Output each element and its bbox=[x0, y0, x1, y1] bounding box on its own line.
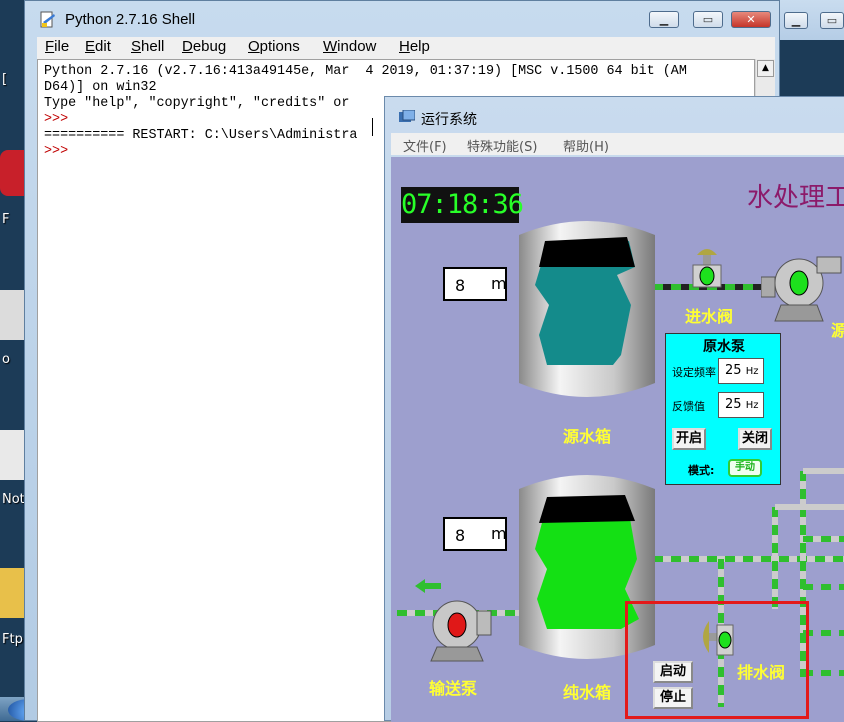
menu-file[interactable]: File bbox=[45, 38, 69, 55]
scroll-up-icon[interactable]: ▲ bbox=[757, 60, 774, 77]
menu-options[interactable]: Options bbox=[248, 38, 300, 55]
set-freq-input[interactable]: 25 Hz bbox=[718, 358, 764, 384]
source-tank-level: 8 m bbox=[443, 267, 507, 301]
pure-tank-label: 纯水箱 bbox=[563, 683, 612, 702]
menu-shell[interactable]: Shell bbox=[131, 38, 164, 55]
transfer-pump-label: 输送泵 bbox=[429, 679, 478, 698]
desktop-label-2: F bbox=[2, 212, 10, 227]
close-icon[interactable]: ✕ bbox=[731, 11, 771, 28]
transfer-pump-icon[interactable] bbox=[423, 597, 493, 665]
freq-unit: Hz bbox=[745, 400, 759, 411]
desktop-label-3: o bbox=[2, 352, 10, 367]
pump-start-button[interactable]: 开启 bbox=[672, 428, 706, 450]
source-tank-label: 源水箱 bbox=[563, 427, 612, 446]
feedback-label: 反馈值 bbox=[672, 400, 705, 413]
raw-pump-label: 源 bbox=[831, 321, 844, 340]
menu-help[interactable]: 帮助(H) bbox=[563, 136, 609, 155]
shell-line: Type "help", "copyright", "credits" or bbox=[44, 96, 350, 111]
level-value: 8 bbox=[455, 276, 466, 295]
run-system-window: 运行系统 文件(F) 特殊功能(S) 帮助(H) 07:18:36 水处理工 8… bbox=[384, 96, 844, 722]
inlet-valve-icon[interactable] bbox=[689, 245, 725, 299]
shell-prompt: >>> bbox=[44, 144, 77, 159]
source-tank bbox=[519, 221, 655, 397]
minimize-icon[interactable]: ▁ bbox=[784, 12, 808, 29]
feedback-display: 25 Hz bbox=[718, 392, 764, 418]
desktop-label-5: Ftp bbox=[2, 632, 23, 647]
mode-toggle[interactable]: 手动 bbox=[728, 459, 762, 477]
maximize-icon[interactable]: ▭ bbox=[820, 12, 844, 29]
inlet-valve-label: 进水阀 bbox=[685, 307, 734, 326]
shell-line: ========== RESTART: C:\Users\Administra bbox=[44, 128, 358, 143]
raw-pump-icon[interactable] bbox=[761, 253, 844, 327]
level-value: 8 bbox=[455, 526, 466, 545]
maximize-icon[interactable]: ▭ bbox=[693, 11, 723, 28]
shell-line: Python 2.7.16 (v2.7.16:413a49145e, Mar 4… bbox=[44, 64, 687, 79]
shell-prompt: >>> bbox=[44, 112, 77, 127]
menubar: File Edit Shell Debug Options Window Hel… bbox=[37, 37, 775, 59]
window-title: 运行系统 bbox=[421, 112, 477, 128]
background-window: ▁ ▭ bbox=[775, 0, 844, 40]
python-idle-icon bbox=[40, 11, 55, 28]
panel-title: 原水泵 bbox=[703, 339, 745, 355]
minimize-icon[interactable]: ▁ bbox=[649, 11, 679, 28]
pure-tank-level: 8 m bbox=[443, 517, 507, 551]
set-freq-label: 设定频率 bbox=[672, 366, 716, 379]
scada-title: 水处理工 bbox=[747, 183, 844, 213]
menu-special[interactable]: 特殊功能(S) bbox=[467, 136, 537, 155]
menu-debug[interactable]: Debug bbox=[182, 38, 226, 55]
text-cursor-icon bbox=[372, 118, 373, 136]
feedback-value: 25 bbox=[725, 397, 742, 412]
level-unit: m bbox=[491, 274, 507, 293]
flow-arrow-icon bbox=[415, 579, 441, 593]
shell-line: D64)] on win32 bbox=[44, 80, 157, 95]
set-freq-value: 25 bbox=[725, 363, 742, 378]
highlight-box bbox=[625, 601, 809, 719]
menubar: 文件(F) 特殊功能(S) 帮助(H) bbox=[391, 133, 844, 155]
menu-window[interactable]: Window bbox=[323, 38, 376, 55]
window-title: Python 2.7.16 Shell bbox=[65, 11, 196, 28]
app-icon bbox=[399, 110, 415, 122]
clock-display: 07:18:36 bbox=[401, 187, 524, 223]
scada-canvas: 07:18:36 水处理工 8 m 源水箱 进水阀 源 原水泵 设定频率 25 … bbox=[391, 157, 844, 722]
menu-file[interactable]: 文件(F) bbox=[403, 136, 447, 155]
menu-edit[interactable]: Edit bbox=[85, 38, 111, 55]
desktop-label-1: [ bbox=[2, 72, 8, 87]
raw-pump-panel: 原水泵 设定频率 25 Hz 反馈值 25 Hz 开启 关闭 模式: 手动 bbox=[665, 333, 781, 485]
level-unit: m bbox=[491, 524, 507, 543]
menu-help[interactable]: Help bbox=[399, 38, 430, 55]
pump-stop-button[interactable]: 关闭 bbox=[738, 428, 772, 450]
freq-unit: Hz bbox=[745, 366, 759, 377]
mode-label: 模式: bbox=[688, 464, 715, 477]
desktop-label-4: Not bbox=[2, 492, 25, 507]
